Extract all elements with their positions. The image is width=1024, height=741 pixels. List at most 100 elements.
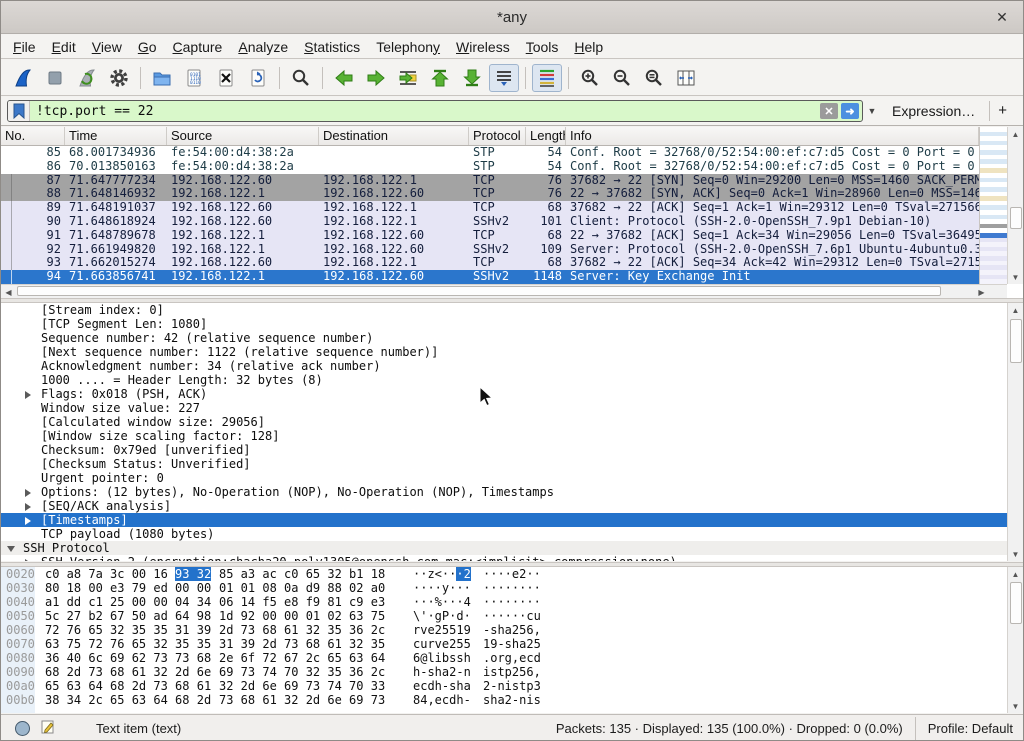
packet-list-hscrollbar[interactable]: ◀ ▶ <box>1 284 1007 298</box>
hex-row[interactable]: 003080 18 00 e3 79 ed 00 0001 01 08 0a d… <box>1 581 1023 595</box>
detail-row[interactable]: [Stream index: 0] <box>1 303 1023 317</box>
close-icon[interactable]: ✕ <box>993 8 1011 26</box>
stop-capture-icon[interactable] <box>40 64 70 92</box>
scroll-thumb[interactable] <box>1010 319 1022 363</box>
menu-view[interactable]: View <box>84 37 130 57</box>
expand-arrow-icon[interactable] <box>25 517 31 525</box>
menu-analyze[interactable]: Analyze <box>230 37 296 57</box>
scroll-thumb[interactable] <box>1010 207 1022 229</box>
reload-file-icon[interactable] <box>243 64 273 92</box>
packet-list-minimap[interactable] <box>979 127 1007 284</box>
column-header-destination[interactable]: Destination <box>319 127 469 145</box>
column-header-protocol[interactable]: Protocol <box>469 127 526 145</box>
scroll-up-icon[interactable]: ▲ <box>1008 303 1023 317</box>
collapse-arrow-icon[interactable] <box>7 546 15 552</box>
hex-row[interactable]: 0020c0 a8 7a 3c 00 16 93 3285 a3 ac c0 6… <box>1 567 1023 581</box>
packet-row[interactable]: 8971.648191037192.168.122.60192.168.122.… <box>1 201 979 215</box>
go-to-packet-icon[interactable] <box>393 64 423 92</box>
hex-row[interactable]: 007063 75 72 76 65 32 35 3531 39 2d 73 6… <box>1 637 1023 651</box>
expert-info-icon[interactable] <box>15 721 30 736</box>
add-filter-button[interactable]: + <box>989 101 1015 121</box>
detail-row[interactable]: Flags: 0x018 (PSH, ACK) <box>1 387 1023 401</box>
column-header-no[interactable]: No. <box>1 127 65 145</box>
packet-row[interactable]: 8568.001734936fe:54:00:d4:38:2aSTP54Conf… <box>1 146 979 160</box>
expand-arrow-icon[interactable] <box>25 559 31 561</box>
filter-bookmark-button[interactable] <box>8 101 30 121</box>
menu-edit[interactable]: Edit <box>44 37 84 57</box>
packet-list-header[interactable]: No.TimeSourceDestinationProtocolLengthIn… <box>1 127 979 146</box>
detail-row[interactable]: Sequence number: 42 (relative sequence n… <box>1 331 1023 345</box>
capture-comment-icon[interactable] <box>40 719 56 738</box>
first-packet-icon[interactable] <box>425 64 455 92</box>
scroll-down-icon[interactable]: ▼ <box>1008 270 1023 284</box>
hex-row[interactable]: 00505c 27 b2 67 50 ad 64 981d 92 00 00 0… <box>1 609 1023 623</box>
filter-clear-icon[interactable]: ✕ <box>820 103 838 119</box>
detail-row[interactable]: [Timestamps] <box>1 513 1023 527</box>
zoom-reset-icon[interactable] <box>639 64 669 92</box>
find-packet-icon[interactable] <box>286 64 316 92</box>
packet-row[interactable]: 8771.647777234192.168.122.60192.168.122.… <box>1 174 979 188</box>
detail-row[interactable]: Window size value: 227 <box>1 401 1023 415</box>
column-header-time[interactable]: Time <box>65 127 167 145</box>
next-packet-icon[interactable] <box>361 64 391 92</box>
zoom-out-icon[interactable] <box>607 64 637 92</box>
detail-row[interactable]: SSH Version 2 (encryption:chacha20-poly1… <box>1 555 1023 561</box>
detail-row[interactable]: Urgent pointer: 0 <box>1 471 1023 485</box>
scroll-down-icon[interactable]: ▼ <box>1008 547 1023 561</box>
detail-row[interactable]: [TCP Segment Len: 1080] <box>1 317 1023 331</box>
menu-telephony[interactable]: Telephony <box>368 37 448 57</box>
packet-row[interactable]: 9071.648618924192.168.122.60192.168.122.… <box>1 215 979 229</box>
scroll-thumb[interactable] <box>1010 582 1022 624</box>
packet-row[interactable]: 8871.648146932192.168.122.1192.168.122.6… <box>1 187 979 201</box>
scroll-up-icon[interactable]: ▲ <box>1008 567 1023 581</box>
detail-row[interactable]: SSH Protocol <box>1 541 1023 555</box>
detail-row[interactable]: TCP payload (1080 bytes) <box>1 527 1023 541</box>
column-header-length[interactable]: Length <box>526 127 566 145</box>
hex-row[interactable]: 00b038 34 2c 65 63 64 68 2d73 68 61 32 2… <box>1 693 1023 707</box>
menu-help[interactable]: Help <box>566 37 611 57</box>
packet-row[interactable]: 8670.013850163fe:54:00:d4:38:2aSTP54Conf… <box>1 160 979 174</box>
detail-row[interactable]: [SEQ/ACK analysis] <box>1 499 1023 513</box>
detail-row[interactable]: 1000 .... = Header Length: 32 bytes (8) <box>1 373 1023 387</box>
last-packet-icon[interactable] <box>457 64 487 92</box>
filter-apply-icon[interactable]: ➜ <box>841 103 859 119</box>
menu-capture[interactable]: Capture <box>165 37 231 57</box>
hex-row[interactable]: 00a065 63 64 68 2d 73 68 6132 2d 6e 69 7… <box>1 679 1023 693</box>
display-filter-input[interactable] <box>30 101 820 121</box>
menu-go[interactable]: Go <box>130 37 165 57</box>
expand-arrow-icon[interactable] <box>25 391 31 399</box>
start-capture-icon[interactable] <box>8 64 38 92</box>
title-bar[interactable]: *any ✕ <box>1 1 1023 34</box>
packet-row[interactable]: 9271.661949820192.168.122.1192.168.122.6… <box>1 243 979 257</box>
filter-history-dropdown-icon[interactable]: ▼ <box>866 106 878 116</box>
packet-row[interactable]: 9371.662015274192.168.122.60192.168.122.… <box>1 256 979 270</box>
menu-file[interactable]: File <box>5 37 44 57</box>
hex-row[interactable]: 009068 2d 73 68 61 32 2d 6e69 73 74 70 3… <box>1 665 1023 679</box>
capture-options-icon[interactable] <box>104 64 134 92</box>
expand-arrow-icon[interactable] <box>25 489 31 497</box>
detail-row[interactable]: [Calculated window size: 29056] <box>1 415 1023 429</box>
colorize-icon[interactable] <box>532 64 562 92</box>
detail-row[interactable]: [Window size scaling factor: 128] <box>1 429 1023 443</box>
menu-statistics[interactable]: Statistics <box>296 37 368 57</box>
column-header-info[interactable]: Info <box>566 127 979 145</box>
auto-scroll-icon[interactable] <box>489 64 519 92</box>
detail-row[interactable]: Checksum: 0x79ed [unverified] <box>1 443 1023 457</box>
resize-columns-icon[interactable] <box>671 64 701 92</box>
detail-row[interactable]: [Next sequence number: 1122 (relative se… <box>1 345 1023 359</box>
column-header-source[interactable]: Source <box>167 127 319 145</box>
detail-row[interactable]: [Checksum Status: Unverified] <box>1 457 1023 471</box>
scroll-up-icon[interactable]: ▲ <box>1008 127 1023 141</box>
scroll-right-icon[interactable]: ▶ <box>974 285 989 299</box>
expression-button[interactable]: Expression… <box>892 103 975 119</box>
scroll-thumb[interactable] <box>17 286 941 296</box>
detail-row[interactable]: Acknowledgment number: 34 (relative ack … <box>1 359 1023 373</box>
packet-row[interactable]: 9171.648789678192.168.122.1192.168.122.6… <box>1 229 979 243</box>
expand-arrow-icon[interactable] <box>25 503 31 511</box>
hex-row[interactable]: 006072 76 65 32 35 35 31 392d 73 68 61 3… <box>1 623 1023 637</box>
save-file-icon[interactable]: 010111100110 <box>179 64 209 92</box>
bytes-vscrollbar[interactable]: ▲ ▼ <box>1007 567 1023 713</box>
scroll-down-icon[interactable]: ▼ <box>1008 699 1023 713</box>
packet-list-vscrollbar[interactable]: ▲ ▼ <box>1007 127 1024 284</box>
hex-row[interactable]: 0040a1 dd c1 25 00 00 04 3406 14 f5 e8 f… <box>1 595 1023 609</box>
